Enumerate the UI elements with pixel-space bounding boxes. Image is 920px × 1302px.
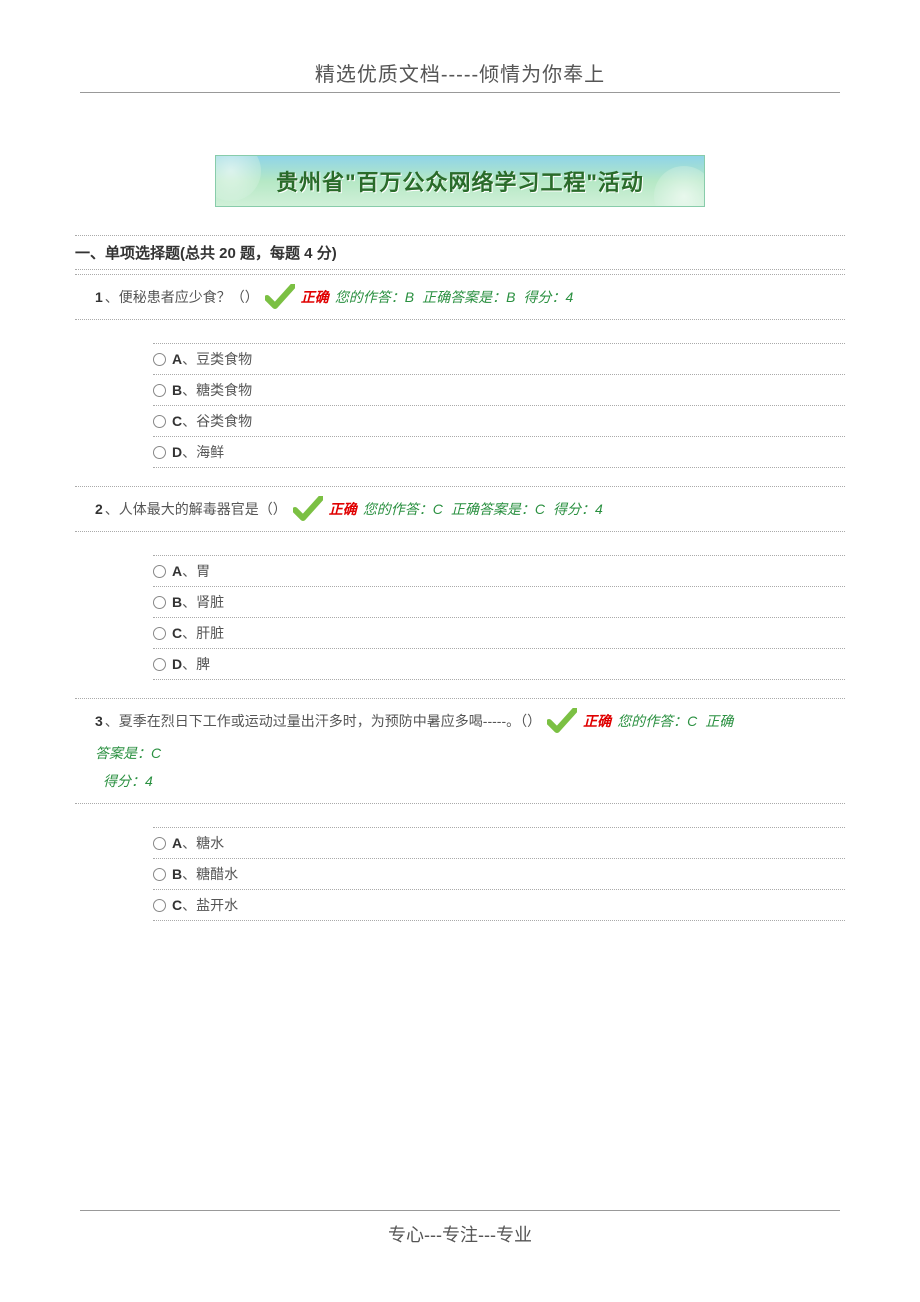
- option-c[interactable]: C、肝脏: [153, 617, 845, 649]
- checkmark-icon: [265, 284, 295, 310]
- options-list: A、豆类食物 B、糖类食物 C、谷类食物 D、海鲜: [153, 343, 845, 468]
- option-d[interactable]: D、脾: [153, 648, 845, 680]
- correct-answer: 正确答案是：B: [422, 283, 515, 311]
- radio-icon[interactable]: [153, 596, 166, 609]
- option-c[interactable]: C、谷类食物: [153, 405, 845, 437]
- footer-text: 专心---专注---专业: [388, 1225, 532, 1245]
- option-a[interactable]: A、豆类食物: [153, 343, 845, 375]
- question-3: 3 、夏季在烈日下工作或运动过量出汗多时，为预防中暑应多喝-----。（） 正确…: [75, 698, 845, 921]
- option-letter: C: [172, 413, 182, 429]
- radio-icon[interactable]: [153, 899, 166, 912]
- checkmark-icon: [293, 496, 323, 522]
- option-text: 、糖水: [182, 833, 224, 853]
- question-1: 1 、便秘患者应少食？（） 正确 您的作答：B 正确答案是：B 得分：4 A、豆…: [75, 274, 845, 468]
- option-letter: B: [172, 594, 182, 610]
- radio-icon[interactable]: [153, 353, 166, 366]
- option-b[interactable]: B、肾脏: [153, 586, 845, 618]
- your-answer: 您的作答：C: [363, 495, 443, 523]
- correct-label: 正确: [583, 707, 611, 735]
- option-letter: D: [172, 444, 182, 460]
- correct-label: 正确: [301, 283, 329, 311]
- footer-divider: [80, 1210, 840, 1211]
- option-letter: B: [172, 382, 182, 398]
- option-c[interactable]: C、盐开水: [153, 889, 845, 921]
- content-area: 一、单项选择题(总共 20 题，每题 4 分) 1 、便秘患者应少食？（） 正确…: [75, 235, 845, 921]
- question-number: 1: [95, 283, 103, 311]
- question-text: 1 、便秘患者应少食？（） 正确 您的作答：B 正确答案是：B 得分：4: [75, 274, 845, 320]
- option-letter: B: [172, 866, 182, 882]
- page-footer: 专心---专注---专业: [0, 1210, 920, 1247]
- option-letter: C: [172, 897, 182, 913]
- question-text: 2 、人体最大的解毒器官是（） 正确 您的作答：C 正确答案是：C 得分：4: [75, 486, 845, 532]
- option-letter: A: [172, 563, 182, 579]
- section-title: 一、单项选择题(总共 20 题，每题 4 分): [75, 235, 845, 270]
- radio-icon[interactable]: [153, 837, 166, 850]
- correct-answer: 答案是：C: [95, 739, 845, 767]
- your-answer: 您的作答：B: [335, 283, 414, 311]
- score: 得分：4: [103, 767, 153, 795]
- radio-icon[interactable]: [153, 446, 166, 459]
- option-text: 、盐开水: [182, 895, 238, 915]
- radio-icon[interactable]: [153, 415, 166, 428]
- option-a[interactable]: A、糖水: [153, 827, 845, 859]
- question-text: 3 、夏季在烈日下工作或运动过量出汗多时，为预防中暑应多喝-----。（） 正确…: [75, 698, 845, 804]
- option-text: 、肝脏: [182, 623, 224, 643]
- option-text: 、糖醋水: [182, 864, 238, 884]
- option-text: 、豆类食物: [182, 349, 252, 369]
- option-letter: A: [172, 351, 182, 367]
- radio-icon[interactable]: [153, 868, 166, 881]
- question-body: 、人体最大的解毒器官是（）: [105, 495, 287, 523]
- option-letter: C: [172, 625, 182, 641]
- option-text: 、胃: [182, 561, 210, 581]
- checkmark-icon: [547, 708, 577, 734]
- option-text: 、糖类食物: [182, 380, 252, 400]
- score: 得分：4: [523, 283, 573, 311]
- radio-icon[interactable]: [153, 384, 166, 397]
- correct-label: 正确: [329, 495, 357, 523]
- options-list: A、胃 B、肾脏 C、肝脏 D、脾: [153, 555, 845, 680]
- option-b[interactable]: B、糖醋水: [153, 858, 845, 890]
- banner-title: 贵州省"百万公众网络学习工程"活动: [276, 165, 644, 197]
- options-list: A、糖水 B、糖醋水 C、盐开水: [153, 827, 845, 921]
- radio-icon[interactable]: [153, 658, 166, 671]
- option-text: 、谷类食物: [182, 411, 252, 431]
- header-divider: [80, 92, 840, 93]
- option-d[interactable]: D、海鲜: [153, 436, 845, 468]
- option-letter: A: [172, 835, 182, 851]
- radio-icon[interactable]: [153, 627, 166, 640]
- page-header: 精选优质文档-----倾情为你奉上: [0, 0, 920, 87]
- score: 得分：4: [553, 495, 603, 523]
- correct-answer-prefix: 正确: [705, 707, 733, 735]
- option-letter: D: [172, 656, 182, 672]
- option-text: 、海鲜: [182, 442, 224, 462]
- radio-icon[interactable]: [153, 565, 166, 578]
- activity-banner: 贵州省"百万公众网络学习工程"活动: [215, 155, 705, 207]
- question-body: 、夏季在烈日下工作或运动过量出汗多时，为预防中暑应多喝-----。（）: [105, 707, 541, 735]
- option-b[interactable]: B、糖类食物: [153, 374, 845, 406]
- your-answer: 您的作答：C: [617, 707, 697, 735]
- correct-answer: 正确答案是：C: [451, 495, 545, 523]
- question-number: 3: [95, 707, 103, 735]
- option-text: 、脾: [182, 654, 210, 674]
- question-body: 、便秘患者应少食？（）: [105, 283, 259, 311]
- question-number: 2: [95, 495, 103, 523]
- option-text: 、肾脏: [182, 592, 224, 612]
- question-2: 2 、人体最大的解毒器官是（） 正确 您的作答：C 正确答案是：C 得分：4 A…: [75, 486, 845, 680]
- option-a[interactable]: A、胃: [153, 555, 845, 587]
